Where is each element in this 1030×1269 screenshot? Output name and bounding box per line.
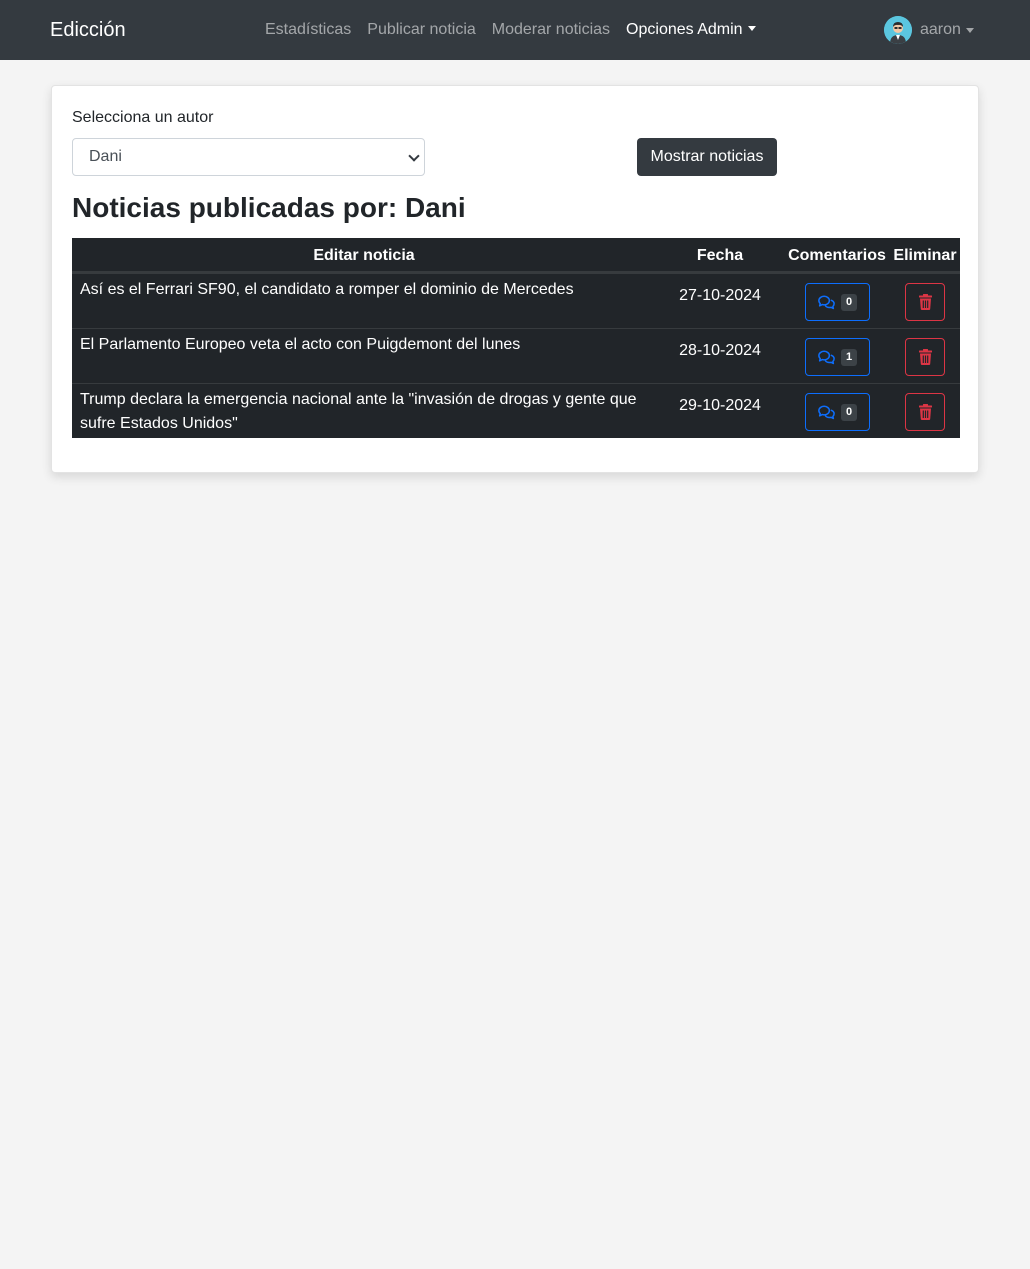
header-date: Fecha	[696, 247, 744, 264]
nav-link-moderar[interactable]: Moderar noticias	[492, 20, 610, 40]
nav-link-estadisticas[interactable]: Estadísticas	[265, 20, 351, 40]
comments-cell: 0	[784, 384, 890, 438]
comments-button[interactable]: 1	[804, 338, 870, 376]
nav-dropdown-admin-label: Opciones Admin	[626, 21, 743, 38]
page-title: Noticias publicadas por: Dani	[72, 192, 466, 223]
comments-cell: 0	[784, 274, 890, 328]
news-title-link[interactable]: Así es el Ferrari SF90, el candidato a r…	[72, 274, 656, 328]
comments-icon	[818, 405, 835, 420]
news-table: Editar noticia Fecha Comentarios Elimina…	[72, 238, 960, 438]
delete-button[interactable]	[905, 283, 945, 321]
chevron-down-icon	[408, 150, 420, 162]
header-comments: Comentarios	[788, 247, 886, 264]
comments-button[interactable]: 0	[804, 393, 870, 431]
table-row: Así es el Ferrari SF90, el candidato a r…	[72, 273, 960, 328]
nav-links: Estadísticas Publicar noticia Moderar no…	[265, 20, 772, 40]
news-date: 29-10-2024	[679, 397, 761, 414]
user-avatar-icon	[884, 16, 912, 44]
delete-button[interactable]	[905, 393, 945, 431]
show-news-button[interactable]: Mostrar noticias	[637, 138, 777, 176]
user-name: aaron	[920, 21, 961, 38]
news-title-link[interactable]: El Parlamento Europeo veta el acto con P…	[72, 329, 656, 383]
news-title-link[interactable]: Trump declara la emergencia nacional ant…	[72, 384, 656, 438]
header-edit-news: Editar noticia	[313, 247, 415, 264]
news-date: 27-10-2024	[679, 287, 761, 304]
caret-down-icon	[965, 27, 974, 33]
comments-button[interactable]: 0	[804, 283, 870, 321]
author-select[interactable]: Dani	[72, 138, 425, 176]
table-header: Editar noticia Fecha Comentarios Elimina…	[72, 238, 960, 273]
comments-count-badge: 1	[840, 348, 858, 366]
trash-icon	[918, 404, 932, 420]
news-card: Selecciona un autor Dani Mostrar noticia…	[51, 85, 979, 473]
comments-count-badge: 0	[840, 293, 858, 311]
news-date: 28-10-2024	[679, 342, 761, 359]
author-select-value: Dani	[89, 148, 122, 165]
delete-cell	[890, 329, 960, 383]
brand-link[interactable]: Edicción	[50, 17, 126, 43]
author-select-label: Selecciona un autor	[72, 109, 214, 126]
comments-count-badge: 0	[840, 403, 858, 421]
delete-button[interactable]	[905, 338, 945, 376]
trash-icon	[918, 349, 932, 365]
user-menu[interactable]: aaron	[884, 16, 974, 44]
table-row: El Parlamento Europeo veta el acto con P…	[72, 328, 960, 383]
comments-icon	[818, 350, 835, 365]
top-navbar: Edicción Estadísticas Publicar noticia M…	[0, 0, 1030, 60]
comments-icon	[818, 295, 835, 310]
nav-dropdown-admin[interactable]: Opciones Admin	[626, 20, 756, 40]
table-row: Trump declara la emergencia nacional ant…	[72, 383, 960, 438]
trash-icon	[918, 294, 932, 310]
delete-cell	[890, 274, 960, 328]
caret-down-icon	[747, 26, 756, 31]
nav-link-publicar[interactable]: Publicar noticia	[367, 20, 476, 40]
header-delete: Eliminar	[893, 247, 957, 264]
delete-cell	[890, 384, 960, 438]
comments-cell: 1	[784, 329, 890, 383]
